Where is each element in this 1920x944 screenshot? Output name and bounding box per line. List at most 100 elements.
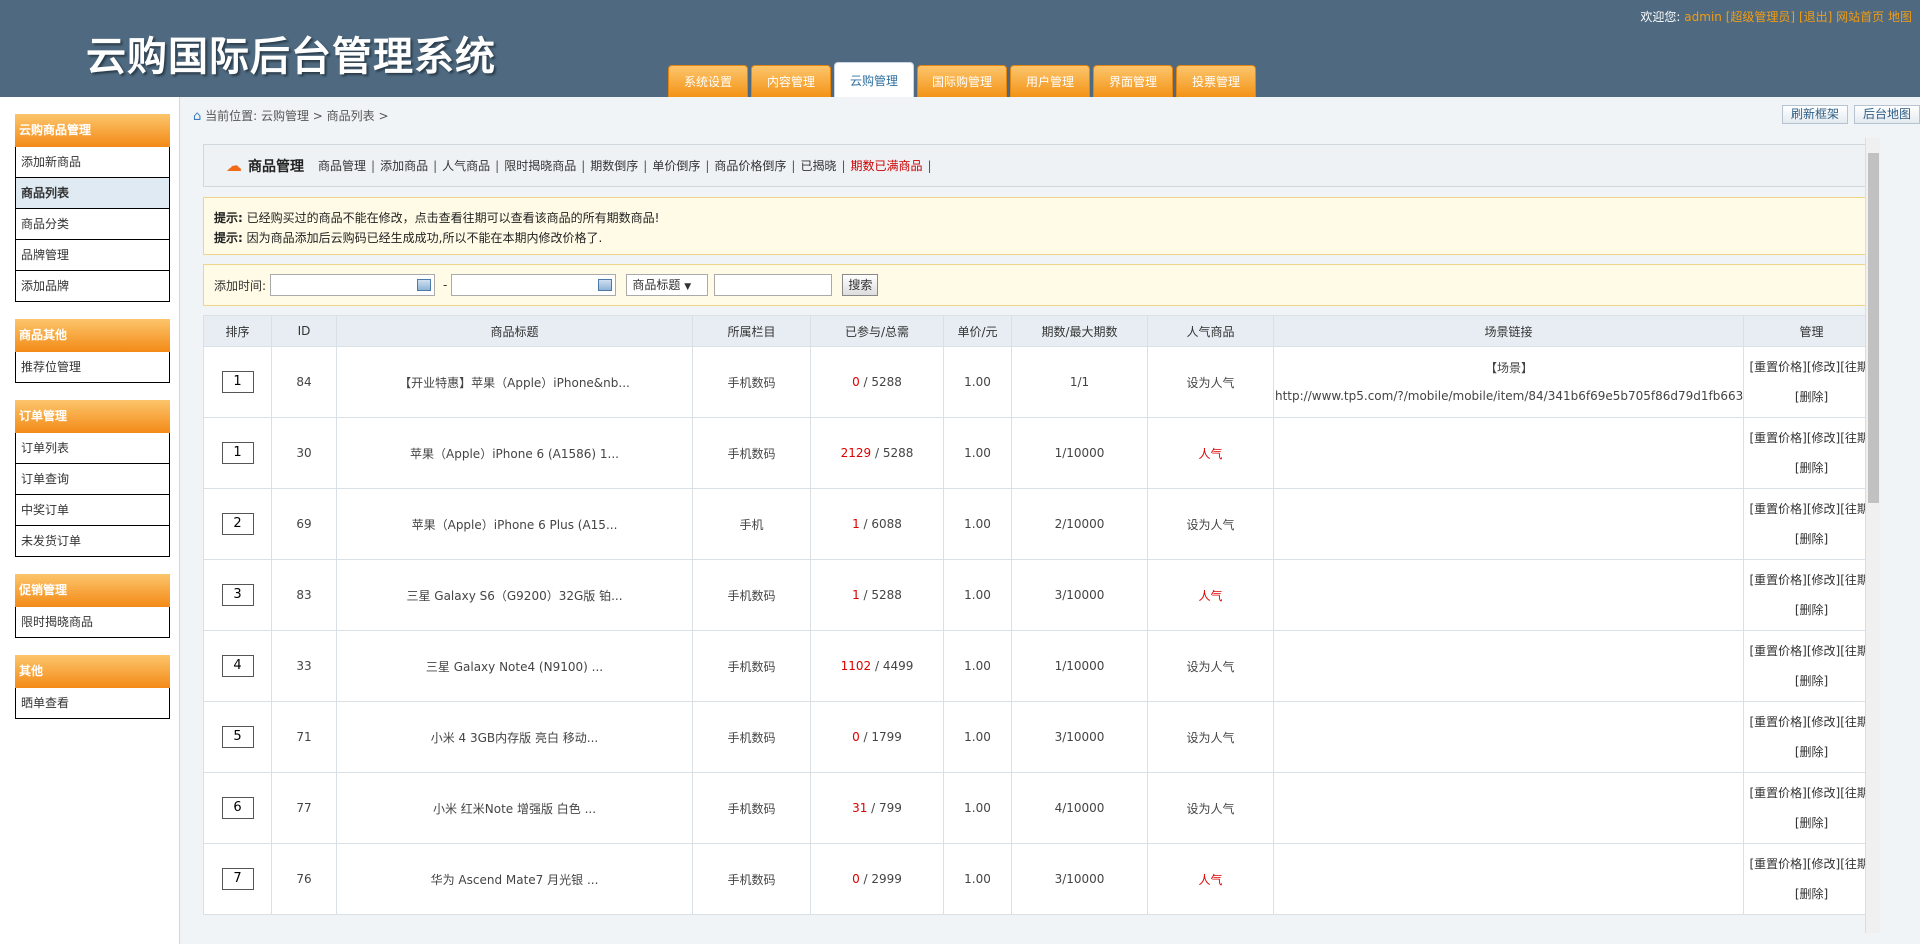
order-input[interactable]: 5: [221, 726, 254, 748]
logout-link[interactable]: [退出]: [1799, 10, 1832, 24]
calendar-icon[interactable]: [417, 279, 432, 291]
vertical-scrollbar[interactable]: [1865, 138, 1880, 933]
sidebar-item[interactable]: 订单查询: [15, 464, 170, 495]
sidebar-item[interactable]: 晒单查看: [15, 688, 170, 719]
toolbar-link[interactable]: 商品价格倒序: [714, 159, 786, 173]
sidebar-item[interactable]: 中奖订单: [15, 495, 170, 526]
sidebar-group-title[interactable]: 云购商品管理: [15, 114, 170, 147]
sidebar-group-title[interactable]: 商品其他: [15, 319, 170, 352]
delete-link[interactable]: [删除]: [1795, 887, 1828, 901]
table-row: 2 69 苹果（Apple）iPhone 6 Plus (A15... 手机 1 / 6…: [203, 488, 1880, 560]
reset-price-link[interactable]: [重置价格]: [1749, 431, 1806, 445]
order-input[interactable]: 1: [221, 371, 254, 393]
nav-tab-5[interactable]: 用户管理: [1010, 65, 1090, 97]
hot-toggle-link[interactable]: 人气: [1198, 589, 1222, 603]
hot-toggle-link[interactable]: 人气: [1198, 447, 1222, 461]
toolbar-link[interactable]: 单价倒序: [652, 159, 700, 173]
order-input[interactable]: 2: [221, 513, 254, 535]
hot-toggle-link[interactable]: 设为人气: [1186, 731, 1234, 745]
edit-link[interactable]: [修改]: [1807, 857, 1840, 871]
backend-sitemap-button[interactable]: 后台地图: [1853, 105, 1920, 124]
role-link[interactable]: [超级管理员]: [1726, 10, 1795, 24]
reset-price-link[interactable]: [重置价格]: [1749, 715, 1806, 729]
reset-price-link[interactable]: [重置价格]: [1749, 644, 1806, 658]
refresh-frame-button[interactable]: 刷新框架: [1781, 105, 1848, 124]
reset-price-link[interactable]: [重置价格]: [1749, 502, 1806, 516]
sidebar-item[interactable]: 商品列表: [15, 178, 170, 209]
delete-link[interactable]: [删除]: [1795, 745, 1828, 759]
order-cell: 1: [203, 417, 272, 489]
toolbar-link[interactable]: 限时揭晓商品: [504, 159, 576, 173]
hot-toggle-link[interactable]: 人气: [1198, 873, 1222, 887]
edit-link[interactable]: [修改]: [1807, 786, 1840, 800]
sidebar-item[interactable]: 添加品牌: [15, 271, 170, 302]
nav-tab-6[interactable]: 界面管理: [1093, 65, 1173, 97]
delete-link[interactable]: [删除]: [1795, 816, 1828, 830]
delete-link[interactable]: [删除]: [1795, 603, 1828, 617]
hot-toggle-link[interactable]: 设为人气: [1186, 660, 1234, 674]
separator: |: [927, 159, 932, 173]
reset-price-link[interactable]: [重置价格]: [1749, 573, 1806, 587]
start-date-input[interactable]: [270, 274, 436, 296]
calendar-icon[interactable]: [598, 279, 613, 291]
sidebar-item[interactable]: 添加新商品: [15, 147, 170, 178]
category-cell: 手机数码: [692, 630, 811, 702]
search-button[interactable]: 搜索: [842, 274, 879, 296]
sidebar-group-title[interactable]: 其他: [15, 655, 170, 688]
edit-link[interactable]: [修改]: [1807, 360, 1840, 374]
sidebar-item[interactable]: 订单列表: [15, 433, 170, 464]
edit-link[interactable]: [修改]: [1807, 715, 1840, 729]
toolbar-link[interactable]: 已揭晓: [800, 159, 836, 173]
nav-tab-4[interactable]: 国际购管理: [917, 65, 1007, 97]
reset-price-link[interactable]: [重置价格]: [1749, 360, 1806, 374]
order-input[interactable]: 1: [221, 442, 254, 464]
category-cell: 手机数码: [692, 772, 811, 844]
search-field-select[interactable]: 商品标题 ▼: [626, 274, 709, 296]
reset-price-link[interactable]: [重置价格]: [1749, 786, 1806, 800]
username-link[interactable]: admin: [1684, 10, 1722, 24]
toolbar-link[interactable]: 添加商品: [380, 159, 428, 173]
sidebar-item[interactable]: 未发货订单: [15, 526, 170, 557]
nav-tab-2[interactable]: 内容管理: [751, 65, 831, 97]
hot-toggle-link[interactable]: 设为人气: [1186, 802, 1234, 816]
toolbar-link[interactable]: 期数已满商品: [851, 159, 923, 173]
sidebar-item[interactable]: 推荐位管理: [15, 352, 170, 383]
delete-link[interactable]: [删除]: [1795, 390, 1828, 404]
order-input[interactable]: 7: [221, 868, 254, 890]
sidebar-item[interactable]: 限时揭晓商品: [15, 607, 170, 638]
toolbar-link[interactable]: 商品管理: [318, 159, 366, 173]
sidebar-group-title[interactable]: 订单管理: [15, 400, 170, 433]
sidebar-item[interactable]: 商品分类: [15, 209, 170, 240]
category-cell: 手机数码: [692, 843, 811, 915]
title-cell: 三星 Galaxy Note4 (N9100) ...: [336, 630, 693, 702]
order-input[interactable]: 3: [221, 584, 254, 606]
site-home-link[interactable]: 网站首页: [1836, 10, 1884, 24]
sidebar-item[interactable]: 品牌管理: [15, 240, 170, 271]
keyword-input[interactable]: [714, 274, 833, 296]
scene-label: 【场景】: [1484, 361, 1533, 375]
toolbar-link[interactable]: 人气商品: [442, 159, 490, 173]
edit-link[interactable]: [修改]: [1807, 573, 1840, 587]
table-body: 1 84 【开业特惠】苹果（Apple）iPhone&nb... 手机数码 0 / 52…: [203, 346, 1880, 915]
manage-cell: [重置价格][修改][往期] [删除]: [1743, 701, 1880, 773]
toolbar-link[interactable]: 期数倒序: [590, 159, 638, 173]
edit-link[interactable]: [修改]: [1807, 502, 1840, 516]
end-date-input[interactable]: [451, 274, 617, 296]
nav-tab-7[interactable]: 投票管理: [1176, 65, 1256, 97]
hot-toggle-link[interactable]: 设为人气: [1186, 376, 1234, 390]
scrollbar-thumb[interactable]: [1868, 153, 1879, 503]
scene-url-link[interactable]: http://www.tp5.com/?/mobile/mobile/item/…: [1275, 382, 1743, 410]
sidebar-group-title[interactable]: 促销管理: [15, 574, 170, 607]
nav-tab-1[interactable]: 系统设置: [668, 65, 748, 97]
delete-link[interactable]: [删除]: [1795, 532, 1828, 546]
nav-tab-3[interactable]: 云购管理: [834, 62, 914, 97]
edit-link[interactable]: [修改]: [1807, 644, 1840, 658]
hot-toggle-link[interactable]: 设为人气: [1186, 518, 1234, 532]
site-map-link[interactable]: 地图: [1888, 10, 1912, 24]
edit-link[interactable]: [修改]: [1807, 431, 1840, 445]
delete-link[interactable]: [删除]: [1795, 461, 1828, 475]
order-input[interactable]: 6: [221, 797, 254, 819]
reset-price-link[interactable]: [重置价格]: [1749, 857, 1806, 871]
delete-link[interactable]: [删除]: [1795, 674, 1828, 688]
order-input[interactable]: 4: [221, 655, 254, 677]
